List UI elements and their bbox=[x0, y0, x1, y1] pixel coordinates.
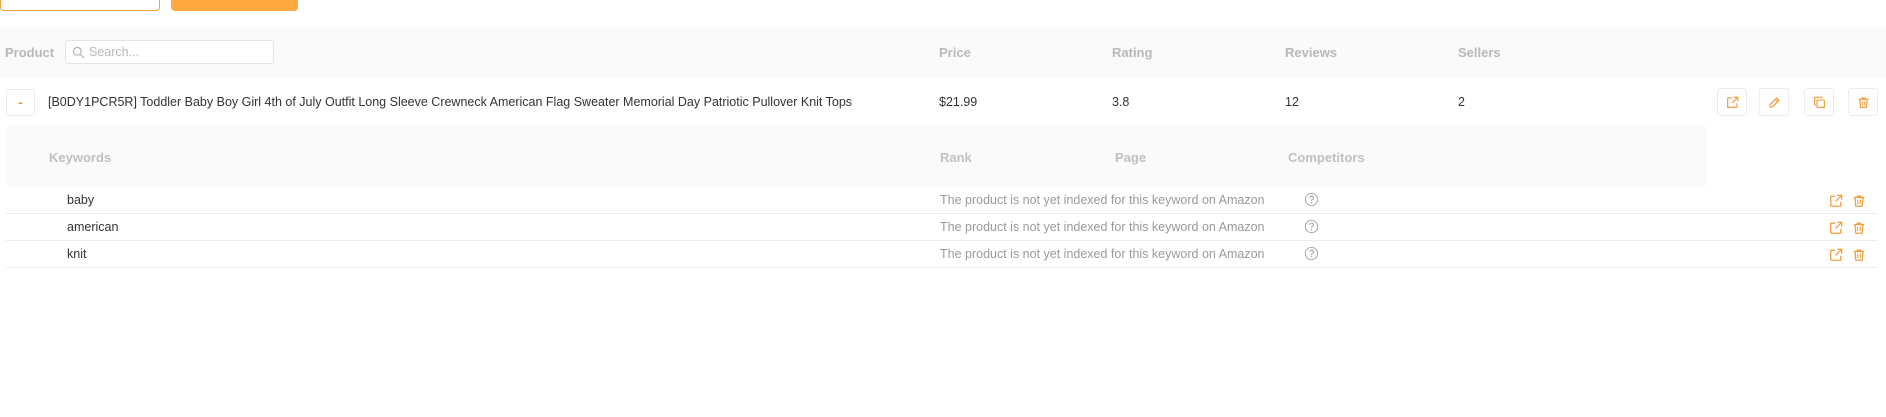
external-link-icon[interactable] bbox=[1829, 194, 1843, 208]
delete-product-button[interactable] bbox=[1848, 88, 1878, 116]
table-row: - [B0DY1PCR5R] Toddler Baby Boy Girl 4th… bbox=[0, 78, 1886, 126]
external-link-icon[interactable] bbox=[1829, 248, 1843, 262]
table-header: Product Price Rating Reviews Sellers bbox=[0, 28, 1886, 78]
product-price: $21.99 bbox=[939, 95, 978, 109]
product-tracker-page: Product Price Rating Reviews Sellers - [… bbox=[0, 0, 1886, 417]
product-title: [B0DY1PCR5R] Toddler Baby Boy Girl 4th o… bbox=[48, 95, 853, 109]
keyword-name: american bbox=[67, 220, 119, 234]
top-primary-button[interactable] bbox=[171, 0, 298, 11]
column-header-product: Product bbox=[5, 45, 55, 60]
trash-icon[interactable] bbox=[1852, 221, 1866, 235]
column-header-competitors: Competitors bbox=[1288, 150, 1365, 165]
keywords-table-header: Keywords Rank Page Competitors bbox=[6, 126, 1707, 186]
product-sellers: 2 bbox=[1458, 95, 1465, 109]
keyword-status: The product is not yet indexed for this … bbox=[940, 193, 1265, 207]
copy-product-button[interactable] bbox=[1804, 88, 1834, 116]
help-circle-icon[interactable] bbox=[1304, 246, 1319, 261]
top-secondary-button[interactable] bbox=[0, 0, 160, 11]
column-header-reviews: Reviews bbox=[1285, 45, 1338, 60]
trash-icon[interactable] bbox=[1852, 248, 1866, 262]
help-circle-icon[interactable] bbox=[1304, 192, 1319, 207]
collapse-button[interactable]: - bbox=[6, 89, 35, 116]
external-link-icon[interactable] bbox=[1829, 221, 1843, 235]
trash-icon[interactable] bbox=[1852, 194, 1866, 208]
column-header-rating: Rating bbox=[1112, 45, 1153, 60]
pencil-icon bbox=[1769, 97, 1780, 108]
help-circle-icon[interactable] bbox=[1304, 219, 1319, 234]
copy-icon bbox=[1814, 96, 1825, 108]
keyword-name: knit bbox=[67, 247, 87, 261]
product-rating: 3.8 bbox=[1112, 95, 1130, 109]
edit-product-button[interactable] bbox=[1759, 88, 1789, 116]
keyword-status: The product is not yet indexed for this … bbox=[940, 220, 1265, 234]
external-link-icon bbox=[1727, 96, 1739, 108]
column-header-rank: Rank bbox=[940, 150, 972, 165]
column-header-sellers: Sellers bbox=[1458, 45, 1501, 60]
open-product-button[interactable] bbox=[1717, 88, 1747, 116]
column-header-keywords: Keywords bbox=[49, 150, 112, 165]
keyword-row: american The product is not yet indexed … bbox=[6, 214, 1878, 241]
keyword-row: baby The product is not yet indexed for … bbox=[6, 187, 1878, 214]
keyword-status: The product is not yet indexed for this … bbox=[940, 247, 1265, 261]
column-header-page: Page bbox=[1115, 150, 1147, 165]
search-icon bbox=[72, 46, 85, 59]
search-box[interactable] bbox=[65, 40, 274, 64]
keyword-row: knit The product is not yet indexed for … bbox=[6, 241, 1878, 268]
trash-icon bbox=[1858, 97, 1869, 108]
product-reviews: 12 bbox=[1285, 95, 1299, 109]
search-input[interactable] bbox=[89, 41, 269, 63]
keyword-name: baby bbox=[67, 193, 95, 207]
column-header-price: Price bbox=[939, 45, 971, 60]
